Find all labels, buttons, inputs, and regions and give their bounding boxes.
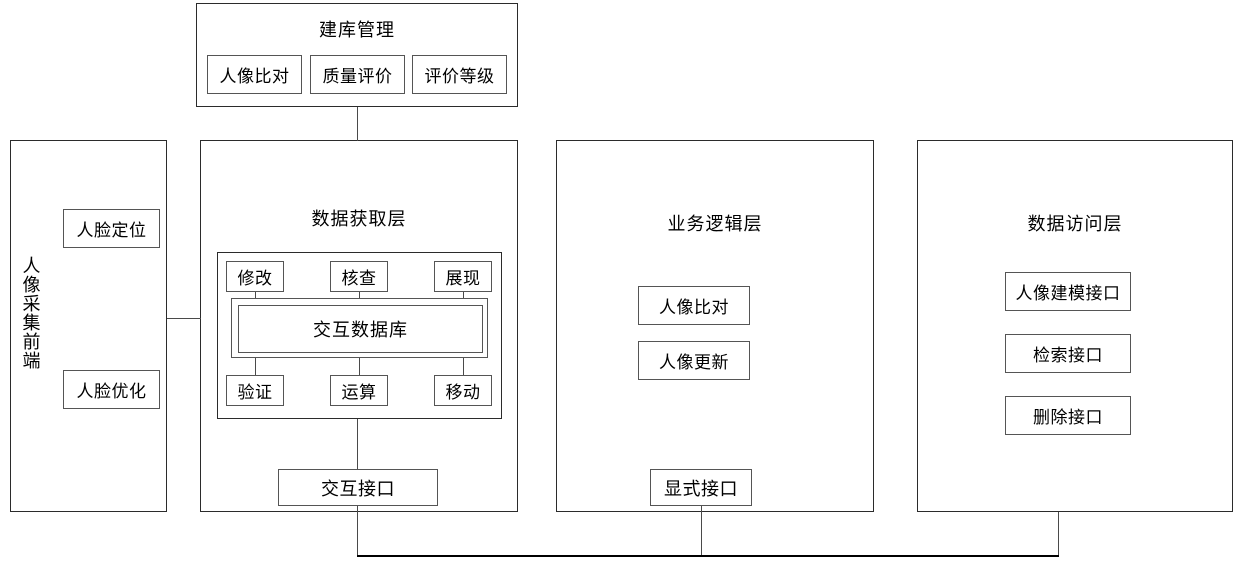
data-acq-node-verify[interactable]: 验证 — [226, 375, 284, 406]
data-acq-node-compute[interactable]: 运算 — [330, 375, 388, 406]
column-data-access-title: 数据访问层 — [1027, 214, 1123, 235]
top-module-item-1[interactable]: 人像比对 — [207, 55, 302, 94]
top-module-item-2[interactable]: 质量评价 — [310, 55, 405, 94]
interaction-database-outer: 交互数据库 — [231, 298, 488, 358]
bus-drop-column4 — [1058, 512, 1059, 556]
connector-top-module-to-column2 — [357, 107, 358, 141]
interaction-database[interactable]: 交互数据库 — [238, 305, 483, 353]
top-module-item-3[interactable]: 评价等级 — [412, 55, 507, 94]
data-acq-node-check[interactable]: 核查 — [330, 261, 388, 292]
business-item-face-update[interactable]: 人像更新 — [638, 341, 750, 380]
architecture-diagram: 建库管理 人像比对 质量评价 评价等级 人像采集前端 人脸定位 人脸优化 数据获… — [0, 0, 1240, 565]
access-item-search-interface[interactable]: 检索接口 — [1005, 334, 1131, 373]
access-item-modeling-interface[interactable]: 人像建模接口 — [1005, 272, 1131, 311]
access-item-delete-interface[interactable]: 删除接口 — [1005, 396, 1131, 435]
column-data-acquisition-title: 数据获取层 — [311, 209, 407, 230]
connector-panel-to-interaction-interface — [357, 419, 358, 470]
interaction-interface-box[interactable]: 交互接口 — [278, 469, 438, 506]
column-capture-frontend-title: 人像采集前端 — [19, 256, 41, 370]
bus-drop-column3 — [701, 506, 702, 556]
bus-drop-column2 — [357, 506, 358, 556]
data-acq-node-move[interactable]: 移动 — [434, 375, 492, 406]
data-acq-node-modify[interactable]: 修改 — [226, 261, 284, 292]
top-module-title: 建库管理 — [319, 20, 395, 41]
business-item-face-compare[interactable]: 人像比对 — [638, 286, 750, 325]
column-business-logic-title: 业务逻辑层 — [667, 214, 763, 235]
column-business-logic-layer — [556, 140, 874, 512]
capture-item-face-optimize[interactable]: 人脸优化 — [63, 370, 160, 409]
explicit-interface-box[interactable]: 显式接口 — [650, 469, 752, 506]
data-acq-node-display[interactable]: 展现 — [434, 261, 492, 292]
column-data-access-layer — [917, 140, 1233, 512]
connector-column1-to-column2 — [167, 318, 201, 319]
bottom-bus-line — [357, 555, 1059, 557]
capture-item-face-location[interactable]: 人脸定位 — [63, 209, 160, 248]
